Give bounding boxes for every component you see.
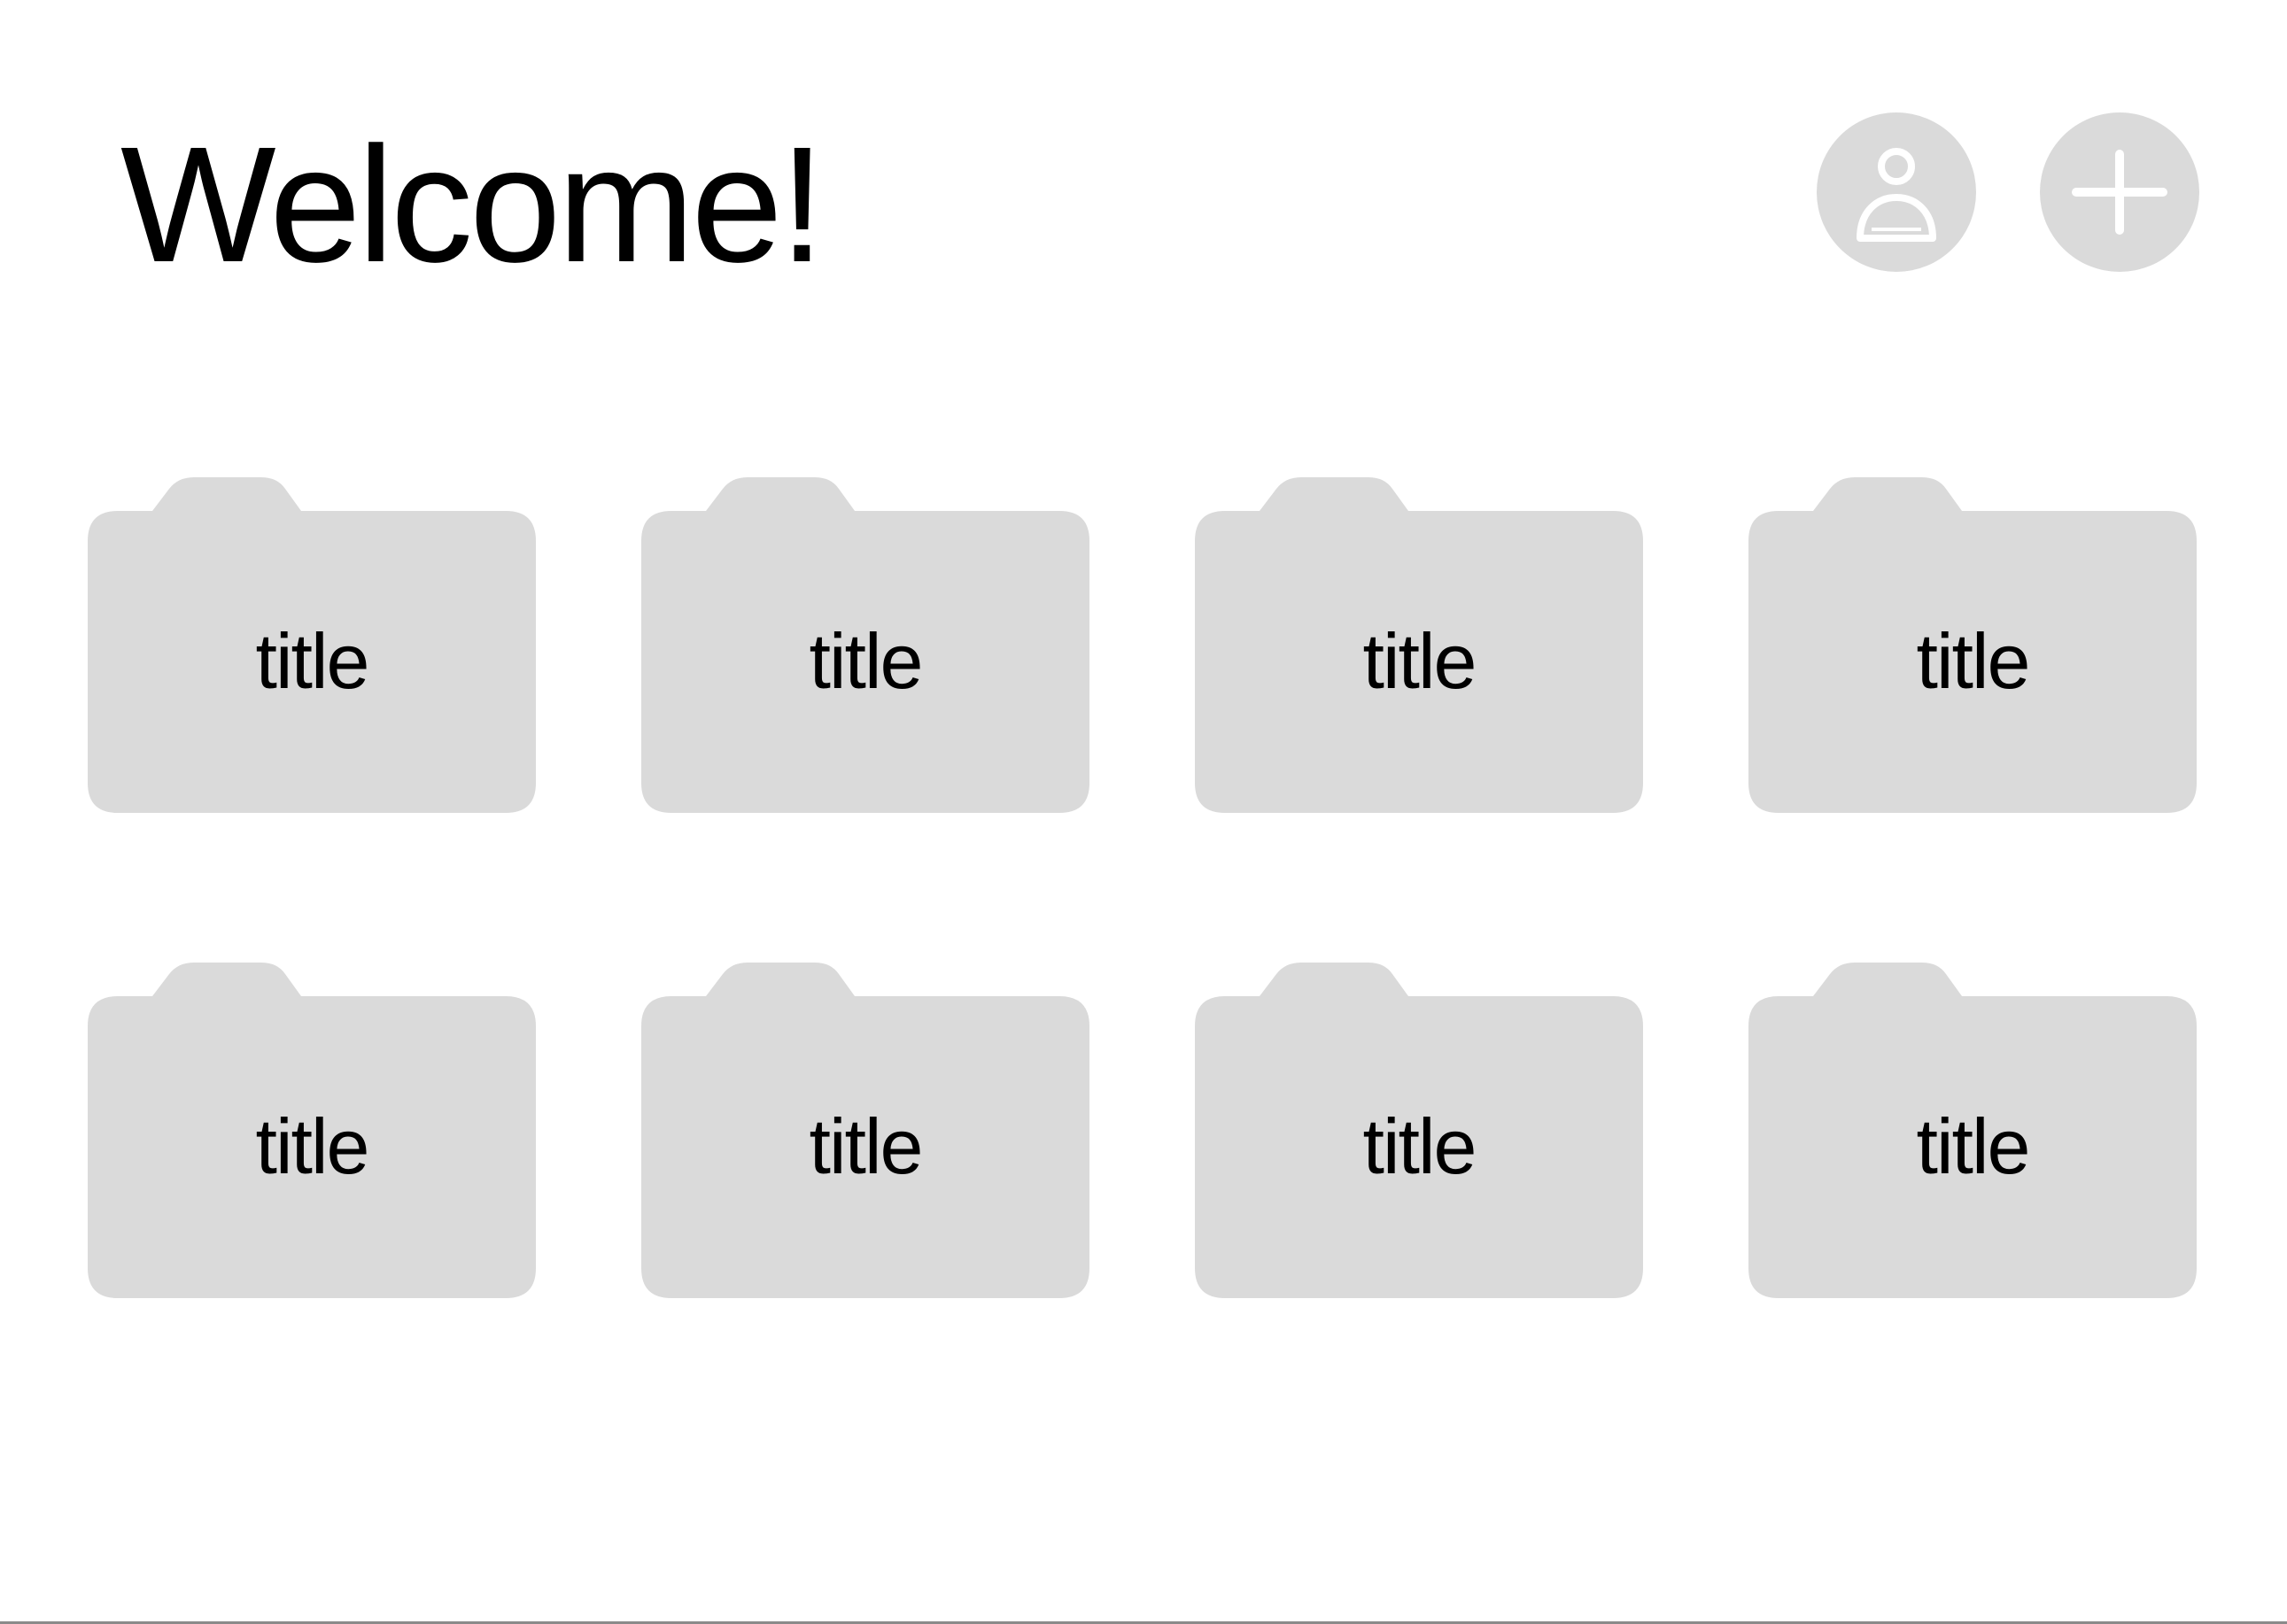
folder-item[interactable]: title bbox=[88, 476, 536, 813]
folder-item[interactable]: title bbox=[88, 961, 536, 1298]
plus-icon bbox=[2072, 150, 2167, 235]
folder-title: title bbox=[1362, 1102, 1477, 1190]
folder-item[interactable]: title bbox=[641, 961, 1089, 1298]
folder-item[interactable]: title bbox=[1748, 961, 2197, 1298]
folder-title: title bbox=[1916, 1102, 2031, 1190]
user-icon bbox=[1857, 148, 1936, 242]
folder-item[interactable]: title bbox=[1195, 476, 1643, 813]
add-button[interactable] bbox=[2040, 112, 2199, 272]
folder-item[interactable]: title bbox=[641, 476, 1089, 813]
folder-grid: title title title title title title titl… bbox=[88, 476, 2197, 1298]
folder-title: title bbox=[1916, 617, 2031, 705]
profile-button[interactable] bbox=[1817, 112, 1976, 272]
folder-title: title bbox=[809, 1102, 924, 1190]
folder-item[interactable]: title bbox=[1195, 961, 1643, 1298]
page-title: Welcome! bbox=[120, 113, 825, 297]
folder-title: title bbox=[255, 1102, 370, 1190]
folder-title: title bbox=[1362, 617, 1477, 705]
folder-title: title bbox=[255, 617, 370, 705]
folder-title: title bbox=[809, 617, 924, 705]
folder-item[interactable]: title bbox=[1748, 476, 2197, 813]
